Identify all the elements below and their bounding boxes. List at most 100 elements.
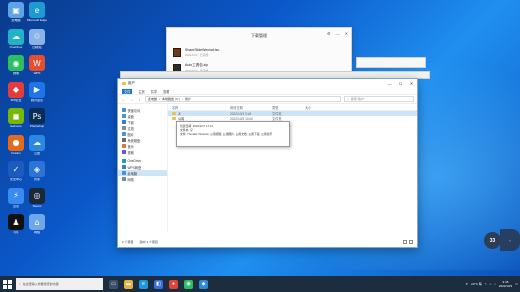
desktop-app-icon[interactable]: ⚡ — [8, 187, 24, 204]
desktop-icon-label: 回收站 — [32, 45, 42, 49]
breadcrumb-item[interactable]: 此电脑 — [148, 97, 157, 101]
desktop-app-icon[interactable]: ● — [8, 134, 24, 151]
app-glyph-icon: e — [34, 5, 40, 15]
nav-item-label: 下载 — [127, 120, 134, 125]
weather-text[interactable]: 22°C 晴 — [471, 282, 482, 286]
taskbar-app-file-explorer-icon[interactable]: ▬ — [124, 279, 133, 289]
network-icon[interactable]: ⌂ — [489, 282, 491, 286]
maximize-button[interactable]: ☐ — [395, 79, 406, 88]
desktop-icon-label: OneDrive — [9, 45, 23, 49]
desktop-app-icon[interactable]: ◼ — [8, 108, 24, 124]
desktop-app-icon[interactable]: ♲ — [29, 28, 45, 45]
app-glyph-icon: ♟ — [12, 217, 20, 227]
taskbar: ⌕ 在这里输入你要搜索的内容 ▭ ▬ e ◧ ● ◉ ◆ ☀ 22°C 晴 ˄ ⌂ ♪ 9:… — [0, 276, 520, 292]
desktop-icon-label: 微信 — [12, 72, 19, 75]
download-item[interactable]: ShareSlideWechat.iso 2022/10/3 · 已完成 — [173, 45, 345, 59]
volume-icon[interactable]: ♪ — [494, 282, 496, 286]
column-date[interactable]: 修改日期 — [230, 105, 272, 110]
desktop-app-icon[interactable]: ◆ — [8, 81, 24, 98]
row-name-cell: Ji — [168, 112, 230, 116]
nav-item-icon — [122, 144, 126, 148]
taskbar-app-store-icon[interactable]: ◧ — [154, 279, 163, 289]
tab-view[interactable]: 查看 — [163, 89, 169, 94]
start-button[interactable] — [0, 276, 15, 292]
notification-icon[interactable]: ▭ — [515, 282, 518, 286]
desktop-app-icon[interactable]: ♟ — [8, 214, 24, 230]
minimize-icon[interactable]: — — [336, 31, 340, 36]
desktop-app-icon[interactable]: Ps — [29, 108, 45, 124]
details-view-icon[interactable] — [403, 240, 407, 244]
floating-badge[interactable]: 33 — [484, 232, 501, 249]
chevron-left-icon: ‹ — [509, 237, 511, 243]
desktop-app-icon[interactable]: ▣ — [8, 2, 24, 18]
app-glyph-icon: ◈ — [33, 164, 41, 174]
nav-item-icon — [122, 171, 126, 175]
breadcrumb-item[interactable]: 本地磁盘 (C:) — [162, 97, 180, 101]
nav-item[interactable]: 网络 — [118, 176, 167, 182]
desktop-app-icon[interactable]: ◎ — [29, 187, 45, 204]
forward-arrow-icon[interactable]: → — [129, 97, 134, 102]
explorer-titlebar[interactable]: 用户 — ☐ ✕ — [118, 79, 417, 88]
nav-item-label: 快速访问 — [127, 108, 141, 113]
desktop-app-icon[interactable]: ☁ — [29, 134, 45, 151]
nav-item[interactable]: 视频 — [118, 149, 167, 155]
taskbar-search-placeholder: 在这里输入你要搜索的内容 — [22, 282, 59, 286]
tab-file[interactable]: 文件 — [122, 88, 133, 94]
desktop-app-icon[interactable]: ▶ — [29, 81, 45, 98]
breadcrumb-item[interactable]: 用户 — [185, 97, 191, 101]
large-icons-view-icon[interactable] — [409, 240, 413, 244]
side-panel-toggle[interactable]: ‹ — [500, 229, 520, 251]
app-glyph-icon: ◉ — [12, 58, 20, 68]
taskbar-app-chrome-icon[interactable]: ● — [169, 279, 178, 289]
taskbar-app-wechat-icon[interactable]: ◉ — [184, 279, 193, 289]
explorer-title: 用户 — [128, 81, 135, 85]
desktop-app-icon[interactable]: ✓ — [8, 161, 24, 177]
desktop-icon-label: 云盘 — [33, 151, 40, 155]
desktop-icon-label: 管家 — [33, 178, 40, 181]
app-glyph-icon: ✓ — [12, 164, 20, 174]
weather-icon[interactable]: ☀ — [465, 282, 468, 286]
nav-item-icon — [122, 120, 126, 124]
desktop-icon-label: Firefox — [11, 151, 21, 155]
nav-item-label: 视频 — [127, 150, 134, 155]
folder-icon — [122, 82, 126, 85]
clock[interactable]: 9:45 2022/10/3 — [499, 280, 512, 288]
nav-item-icon — [122, 108, 126, 112]
search-input[interactable]: ⌕ 搜索"用户" — [344, 96, 414, 102]
desktop-app-icon[interactable]: ◈ — [29, 161, 45, 177]
folder-icon — [172, 117, 176, 120]
desktop-app-icon[interactable]: ⌂ — [29, 214, 45, 230]
taskbar-app-qq-browser-icon[interactable]: ◆ — [199, 279, 208, 289]
view-toggle — [403, 240, 413, 244]
status-bar: 2 个项目 选中 1 个项目 — [122, 240, 158, 244]
file-explorer-window[interactable]: 用户 — ☐ ✕ 文件 主页 共享 查看 ← → ↑ 此电脑 › 本地磁盘 (C… — [117, 78, 418, 248]
taskbar-app-task-view-icon[interactable]: ▭ — [109, 279, 118, 289]
nav-item-icon — [122, 177, 126, 181]
taskbar-search[interactable]: ⌕ 在这里输入你要搜索的内容 — [16, 278, 103, 290]
nav-item-label: 音乐 — [127, 144, 134, 149]
desktop-app-icon[interactable]: e — [29, 2, 45, 18]
desktop-app-icon[interactable]: ☁ — [8, 28, 24, 45]
tab-share[interactable]: 共享 — [151, 89, 157, 94]
close-button[interactable]: ✕ — [406, 79, 417, 88]
minimize-button[interactable]: — — [384, 79, 395, 88]
settings-icon[interactable]: ⚙ — [327, 31, 331, 36]
ribbon-tabs: 文件 主页 共享 查看 — [118, 88, 417, 95]
desktop-icon-label: Photoshop — [29, 125, 45, 128]
desktop-app-icon[interactable]: ◉ — [8, 55, 24, 71]
column-name[interactable]: 名称 — [168, 105, 230, 110]
up-arrow-icon[interactable]: ↑ — [137, 97, 142, 102]
tab-home[interactable]: 主页 — [138, 89, 144, 94]
chevron-up-icon[interactable]: ˄ — [485, 282, 487, 286]
taskbar-app-edge-icon[interactable]: e — [139, 279, 148, 289]
nav-item-label: OneDrive — [127, 159, 141, 163]
nav-item-icon — [122, 126, 126, 130]
column-type[interactable]: 类型 — [272, 105, 305, 110]
column-size[interactable]: 大小 — [305, 105, 333, 110]
close-icon[interactable]: ✕ — [345, 31, 348, 36]
back-arrow-icon[interactable]: ← — [121, 97, 126, 102]
desktop-app-icon[interactable]: W — [29, 55, 45, 71]
download-item-name: ShareSlideWechat.iso — [185, 47, 220, 52]
desktop-icon-label: GeForce — [10, 125, 22, 128]
address-bar[interactable]: 此电脑 › 本地磁盘 (C:) › 用户 — [145, 96, 341, 102]
